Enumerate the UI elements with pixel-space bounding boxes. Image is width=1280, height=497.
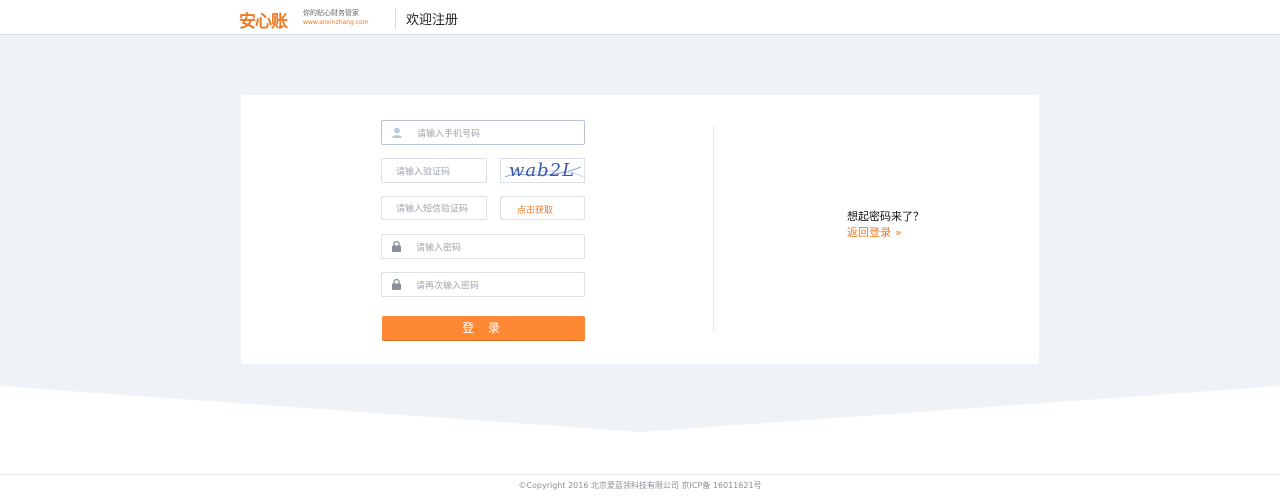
site-header: 安心账 你的贴心财务管家 www.anxinzhang.com 欢迎注册 [0, 0, 1280, 35]
confirm-password-placeholder: 请再次输入密码 [416, 281, 480, 291]
sms-placeholder: 请输入短信验证码 [396, 204, 469, 215]
logo-tagline: 你的贴心财务管家 [303, 9, 359, 17]
vertical-divider [713, 126, 714, 332]
header-divider [395, 9, 396, 29]
logo-brand[interactable]: 安心账 [239, 7, 288, 32]
phone-placeholder: 请输入手机号码 [417, 129, 481, 139]
user-icon [391, 123, 403, 142]
back-to-login-link[interactable]: 返回登录 » [847, 224, 902, 240]
submit-button[interactable]: 登 录 [382, 316, 585, 340]
logo-url: www.anxinzhang.com [303, 19, 369, 26]
password-placeholder: 请输入密码 [416, 243, 462, 253]
captcha-image[interactable]: wab2L [500, 158, 585, 183]
lock-icon [391, 275, 402, 294]
captcha-text: wab2L [509, 160, 576, 181]
get-sms-code-label: 点击获取 [517, 206, 554, 216]
back-to-login-label: 返回登录 [847, 226, 891, 239]
register-card [241, 95, 1039, 364]
remembered-password-text: 想起密码来了？ [847, 210, 924, 223]
lock-icon [391, 237, 402, 256]
sms-code-input[interactable]: 请输入短信验证码 [381, 196, 487, 220]
phone-input[interactable]: 请输入手机号码 [381, 120, 585, 145]
confirm-password-input[interactable]: 请再次输入密码 [381, 272, 585, 297]
captcha-placeholder: 请输入验证码 [396, 167, 451, 177]
captcha-input[interactable]: 请输入验证码 [381, 158, 487, 183]
password-input[interactable]: 请输入密码 [381, 234, 585, 259]
double-chevron-right-icon: » [895, 226, 902, 239]
page-title: 欢迎注册 [406, 13, 459, 28]
get-sms-code-button[interactable]: 点击获取 [500, 196, 585, 220]
footer-divider [0, 474, 1280, 475]
footer-copyright: ©Copyright 2016 北京爱蓝领科技有限公司 京ICP备 160116… [518, 481, 762, 490]
